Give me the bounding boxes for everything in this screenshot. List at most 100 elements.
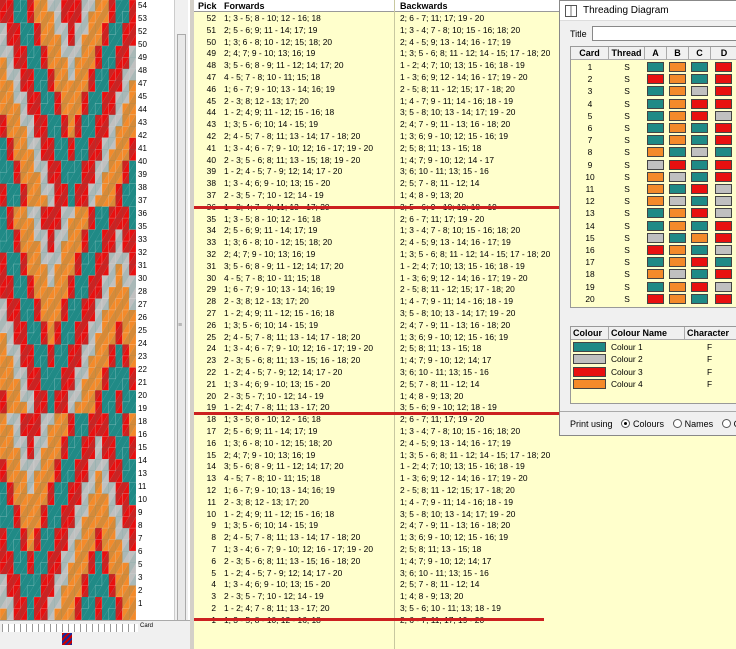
card-row[interactable]: 17 S bbox=[571, 256, 736, 268]
table-row[interactable]: 15 2; 4; 7; 9 - 10; 13; 16; 19 1; 3; 5 - 6… bbox=[194, 450, 736, 461]
card-row[interactable]: 4S bbox=[571, 98, 736, 110]
weave-icon[interactable] bbox=[62, 633, 72, 645]
hole-colour-swatch[interactable] bbox=[715, 196, 732, 207]
hole-colour-swatch[interactable] bbox=[669, 208, 686, 219]
card-row[interactable]: 1S bbox=[571, 61, 736, 73]
thread-direction[interactable]: S bbox=[609, 293, 645, 305]
hole-colour-swatch[interactable] bbox=[715, 184, 732, 194]
hole-colour-swatch[interactable] bbox=[647, 62, 664, 72]
hole-colour-swatch[interactable] bbox=[647, 86, 664, 97]
hole-colour-swatch[interactable] bbox=[669, 184, 686, 194]
scrollbar-thumb[interactable] bbox=[177, 34, 186, 624]
hole-colour-swatch[interactable] bbox=[715, 98, 732, 109]
hole-colour-swatch[interactable] bbox=[715, 159, 732, 170]
table-row[interactable]: 12 1; 6 - 7; 9 - 10; 13 - 14; 16; 19 2 - 5… bbox=[194, 485, 736, 496]
hole-colour-swatch[interactable] bbox=[691, 123, 708, 133]
colour-swatch[interactable] bbox=[573, 342, 606, 352]
thread-direction[interactable]: S bbox=[609, 85, 645, 97]
radio-names[interactable] bbox=[672, 419, 682, 428]
thread-direction[interactable]: S bbox=[609, 220, 645, 232]
hole-colour-swatch[interactable] bbox=[715, 86, 732, 97]
hole-colour-swatch[interactable] bbox=[669, 281, 686, 292]
table-row[interactable]: 14 3; 5 - 6; 8 - 9; 11 - 12; 14; 17; 20 1 … bbox=[194, 461, 736, 472]
card-row[interactable]: 18 S bbox=[571, 268, 736, 280]
card-row[interactable]: 12 S bbox=[571, 195, 736, 207]
card-row[interactable]: 9S bbox=[571, 159, 736, 171]
hole-colour-swatch[interactable] bbox=[647, 159, 664, 170]
table-row[interactable]: 16 1; 3; 6 - 8; 10 - 12; 15; 18; 20 2; 4 -… bbox=[194, 438, 736, 449]
card-row[interactable]: 3S bbox=[571, 85, 736, 97]
hole-colour-swatch[interactable] bbox=[669, 171, 686, 182]
card-row[interactable]: 8S bbox=[571, 146, 736, 158]
hole-colour-swatch[interactable] bbox=[715, 293, 732, 304]
hole-colour-swatch[interactable] bbox=[647, 196, 664, 207]
hole-colour-swatch[interactable] bbox=[647, 245, 664, 255]
radio-colours-label[interactable]: Colours bbox=[633, 419, 664, 429]
hole-colour-swatch[interactable] bbox=[691, 147, 708, 158]
thread-direction[interactable]: S bbox=[609, 73, 645, 85]
colour-row[interactable]: Colour 4 F bbox=[571, 378, 736, 390]
hole-colour-swatch[interactable] bbox=[669, 86, 686, 97]
hole-colour-swatch[interactable] bbox=[715, 208, 732, 219]
colour-row[interactable]: Colour 3 F bbox=[571, 366, 736, 378]
radio-character[interactable] bbox=[721, 419, 731, 428]
hole-colour-swatch[interactable] bbox=[669, 123, 686, 133]
hole-colour-swatch[interactable] bbox=[647, 269, 664, 280]
colour-swatch[interactable] bbox=[573, 366, 606, 377]
thread-direction[interactable]: S bbox=[609, 281, 645, 293]
thread-direction[interactable]: S bbox=[609, 207, 645, 219]
thread-direction[interactable]: S bbox=[609, 232, 645, 244]
table-row[interactable]: 13 4 - 5; 7 - 8; 10 - 11; 15; 18 1 - 3; 6;… bbox=[194, 473, 736, 484]
hole-colour-swatch[interactable] bbox=[691, 98, 708, 109]
hole-colour-swatch[interactable] bbox=[647, 123, 664, 133]
hole-colour-swatch[interactable] bbox=[715, 220, 732, 231]
card-row[interactable]: 19 S bbox=[571, 281, 736, 293]
thread-direction[interactable]: S bbox=[609, 146, 645, 158]
colour-row[interactable]: Colour 1 F bbox=[571, 341, 736, 353]
card-row[interactable]: 2S bbox=[571, 73, 736, 85]
hole-colour-swatch[interactable] bbox=[647, 184, 664, 194]
thread-direction[interactable]: S bbox=[609, 195, 645, 207]
hole-colour-swatch[interactable] bbox=[647, 98, 664, 109]
hole-colour-swatch[interactable] bbox=[691, 135, 708, 146]
hole-colour-swatch[interactable] bbox=[669, 196, 686, 207]
hole-colour-swatch[interactable] bbox=[669, 159, 686, 170]
card-row[interactable]: 16 S bbox=[571, 244, 736, 256]
hole-colour-swatch[interactable] bbox=[715, 171, 732, 182]
hole-colour-swatch[interactable] bbox=[669, 147, 686, 158]
hole-colour-swatch[interactable] bbox=[647, 220, 664, 231]
hole-colour-swatch[interactable] bbox=[715, 281, 732, 292]
hole-colour-swatch[interactable] bbox=[691, 62, 708, 72]
hole-colour-swatch[interactable] bbox=[691, 269, 708, 280]
hole-colour-swatch[interactable] bbox=[691, 159, 708, 170]
hole-colour-swatch[interactable] bbox=[669, 293, 686, 304]
hole-colour-swatch[interactable] bbox=[715, 147, 732, 158]
table-row[interactable]: 9 1; 3; 5 - 6; 10; 14 - 15; 19 2; 4; 7 - 9… bbox=[194, 520, 736, 531]
hole-colour-swatch[interactable] bbox=[669, 135, 686, 146]
hole-colour-swatch[interactable] bbox=[715, 269, 732, 280]
thread-direction[interactable]: S bbox=[609, 110, 645, 122]
hole-colour-swatch[interactable] bbox=[715, 110, 732, 121]
hole-colour-swatch[interactable] bbox=[669, 232, 686, 243]
hole-colour-swatch[interactable] bbox=[691, 293, 708, 304]
hole-colour-swatch[interactable] bbox=[669, 74, 686, 85]
card-row[interactable]: 5S bbox=[571, 110, 736, 122]
card-row[interactable]: 13 S bbox=[571, 207, 736, 219]
card-row[interactable]: 10 S bbox=[571, 171, 736, 183]
radio-colours[interactable] bbox=[621, 419, 631, 428]
thread-direction[interactable]: S bbox=[609, 98, 645, 110]
table-row[interactable]: 5 1 - 2; 4 - 5; 7 - 9; 12; 14; 17 - 20 3; … bbox=[194, 568, 736, 579]
hole-colour-swatch[interactable] bbox=[691, 110, 708, 121]
thread-direction[interactable]: S bbox=[609, 61, 645, 73]
hole-colour-swatch[interactable] bbox=[691, 245, 708, 255]
thread-direction[interactable]: S bbox=[609, 122, 645, 134]
hole-colour-swatch[interactable] bbox=[669, 220, 686, 231]
header-backwards[interactable]: Backwards bbox=[400, 1, 448, 11]
hole-colour-swatch[interactable] bbox=[691, 208, 708, 219]
hole-colour-swatch[interactable] bbox=[691, 196, 708, 207]
hole-colour-swatch[interactable] bbox=[715, 74, 732, 85]
hole-colour-swatch[interactable] bbox=[647, 74, 664, 85]
hole-colour-swatch[interactable] bbox=[669, 245, 686, 255]
table-row[interactable]: 3 2 - 3; 5 - 7; 10 - 12; 14 - 19 1; 4; 8 -… bbox=[194, 591, 736, 602]
hole-colour-swatch[interactable] bbox=[691, 281, 708, 292]
